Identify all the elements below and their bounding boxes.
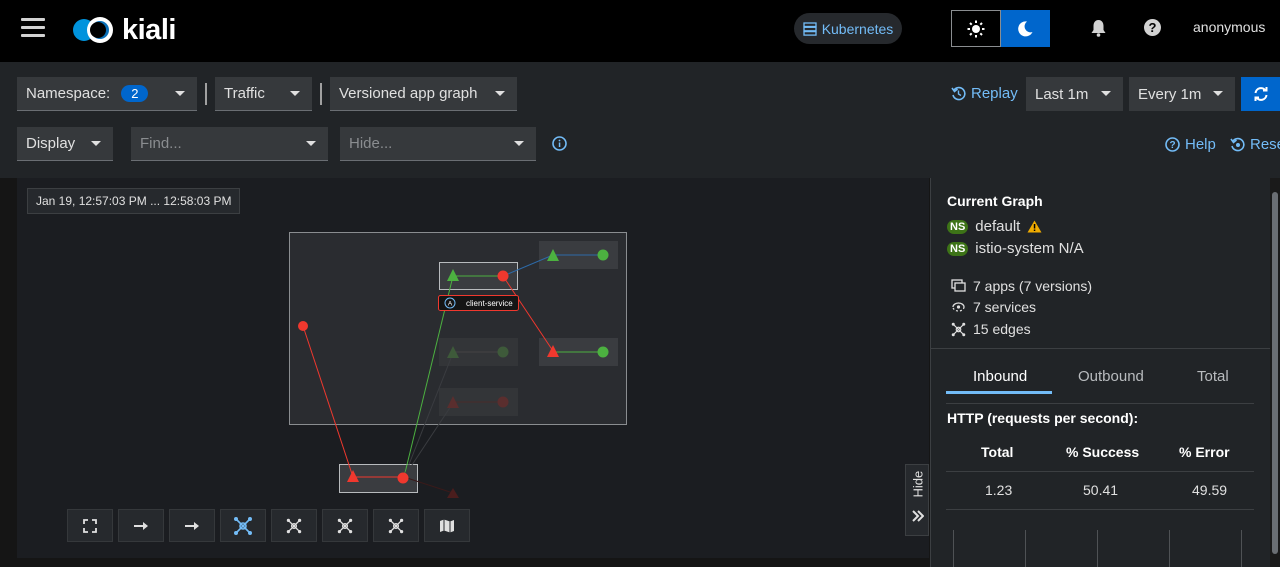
svg-text:?: ? bbox=[1169, 140, 1175, 151]
services-stat: 7 services bbox=[951, 299, 1036, 315]
table-value-success: 50.41 bbox=[1083, 482, 1119, 498]
graph-node-faded[interactable] bbox=[497, 346, 509, 358]
hide-label: Hide bbox=[910, 470, 926, 498]
replay-label: Replay bbox=[971, 85, 1018, 102]
table-divider bbox=[946, 471, 1254, 472]
sync-icon bbox=[1254, 87, 1267, 101]
layout-2-button[interactable] bbox=[322, 509, 368, 542]
service-graph: A client-service bbox=[289, 232, 627, 498]
namespace-badge: NS bbox=[947, 219, 969, 234]
refresh-button[interactable] bbox=[1241, 77, 1280, 111]
tab-outbound[interactable]: Outbound bbox=[1078, 368, 1144, 385]
replay-button[interactable]: Replay bbox=[951, 85, 1018, 102]
summary-panel: Current Graph NS default NS istio-system… bbox=[930, 178, 1271, 567]
layout-left-right-button[interactable] bbox=[118, 509, 164, 542]
duration-label: Last 1m bbox=[1035, 85, 1089, 103]
layout-1-button[interactable] bbox=[271, 509, 317, 542]
topology-icon bbox=[286, 518, 302, 533]
graph-node-faded[interactable] bbox=[497, 396, 509, 408]
chart-gridline bbox=[953, 530, 954, 567]
map-icon bbox=[440, 519, 454, 532]
side-panel-scrollbar[interactable] bbox=[1270, 178, 1280, 567]
table-divider bbox=[946, 509, 1254, 510]
http-title: HTTP (requests per second): bbox=[947, 410, 1139, 426]
notification-bell-icon[interactable] bbox=[1090, 19, 1107, 41]
caret-down-icon bbox=[1213, 91, 1223, 96]
user-menu[interactable]: anonymous bbox=[1193, 19, 1265, 35]
topology-icon bbox=[234, 516, 252, 535]
table-header-error: % Error bbox=[1179, 444, 1230, 460]
refresh-interval-select[interactable]: Every 1m bbox=[1129, 77, 1235, 111]
arrow-right-icon bbox=[185, 521, 199, 530]
graph-node[interactable] bbox=[298, 321, 308, 331]
namespace-badge: NS bbox=[947, 241, 969, 256]
scrollbar-thumb[interactable] bbox=[1272, 192, 1278, 554]
graph-node[interactable] bbox=[497, 270, 509, 282]
hide-side-panel-button[interactable]: Hide bbox=[905, 464, 929, 536]
help-button[interactable]: ? Help bbox=[1165, 136, 1216, 153]
edges-stat: 15 edges bbox=[951, 321, 1031, 337]
divider bbox=[931, 348, 1271, 349]
sun-icon bbox=[967, 20, 985, 37]
moon-icon bbox=[1018, 20, 1033, 36]
graph-node[interactable] bbox=[597, 249, 609, 261]
apps-stat: 7 apps (7 versions) bbox=[951, 278, 1092, 294]
duration-select[interactable]: Last 1m bbox=[1026, 77, 1123, 111]
graph-node[interactable] bbox=[397, 472, 409, 484]
layout-top-bottom-button[interactable] bbox=[169, 509, 215, 542]
chart-gridline bbox=[1241, 530, 1242, 567]
apps-count: 7 apps (7 versions) bbox=[973, 278, 1093, 294]
chart-gridline bbox=[1097, 530, 1098, 567]
divider bbox=[946, 403, 1254, 404]
namespace-row: NS istio-system N/A bbox=[947, 240, 1084, 257]
active-tab-indicator bbox=[946, 391, 1052, 394]
reset-button[interactable]: Rese bbox=[1230, 136, 1280, 153]
layout-default-button[interactable] bbox=[220, 509, 266, 542]
namespace-name[interactable]: istio-system N/A bbox=[975, 240, 1083, 257]
chart-gridline bbox=[1169, 530, 1170, 567]
fullscreen-button[interactable] bbox=[67, 509, 113, 542]
node-badge: A bbox=[448, 301, 453, 308]
legend-button[interactable] bbox=[424, 509, 470, 542]
arrow-right-icon bbox=[134, 521, 148, 530]
layout-3-button[interactable] bbox=[373, 509, 419, 542]
light-theme-button[interactable] bbox=[951, 10, 1001, 47]
edges-count: 15 edges bbox=[973, 321, 1031, 337]
caret-down-icon bbox=[1101, 91, 1111, 96]
chart-gridline bbox=[1025, 530, 1026, 567]
table-header-total: Total bbox=[981, 444, 1014, 460]
expand-icon bbox=[83, 518, 97, 533]
history-icon bbox=[951, 86, 966, 101]
double-chevron-right-icon bbox=[912, 510, 924, 522]
namespace-row: NS default bbox=[947, 218, 1042, 235]
node-label: client-service bbox=[466, 299, 513, 308]
topology-icon bbox=[951, 322, 966, 336]
dark-theme-button[interactable] bbox=[1000, 10, 1050, 47]
table-value-error: 49.59 bbox=[1192, 482, 1228, 498]
tab-inbound[interactable]: Inbound bbox=[973, 368, 1027, 385]
applications-icon bbox=[951, 279, 966, 292]
graph-node-faded[interactable] bbox=[447, 488, 459, 498]
service-icon bbox=[952, 302, 965, 312]
table-header-success: % Success bbox=[1066, 444, 1140, 460]
topology-icon bbox=[388, 518, 404, 533]
summary-title: Current Graph bbox=[947, 193, 1043, 209]
refresh-interval-label: Every 1m bbox=[1138, 85, 1202, 103]
question-circle-icon: ? bbox=[1165, 137, 1180, 152]
graph-node[interactable] bbox=[597, 346, 609, 358]
services-count: 7 services bbox=[973, 299, 1037, 315]
namespace-name[interactable]: default bbox=[975, 218, 1020, 235]
help-icon[interactable]: ? bbox=[1144, 19, 1161, 36]
topology-icon bbox=[337, 518, 353, 533]
theme-toggle bbox=[951, 10, 1050, 47]
tab-total[interactable]: Total bbox=[1197, 368, 1229, 385]
reset-label: Rese bbox=[1250, 136, 1280, 153]
table-value-total: 1.23 bbox=[985, 482, 1013, 498]
warning-icon bbox=[1027, 220, 1042, 233]
reset-layout-icon bbox=[1230, 137, 1245, 152]
help-label: Help bbox=[1185, 136, 1216, 153]
